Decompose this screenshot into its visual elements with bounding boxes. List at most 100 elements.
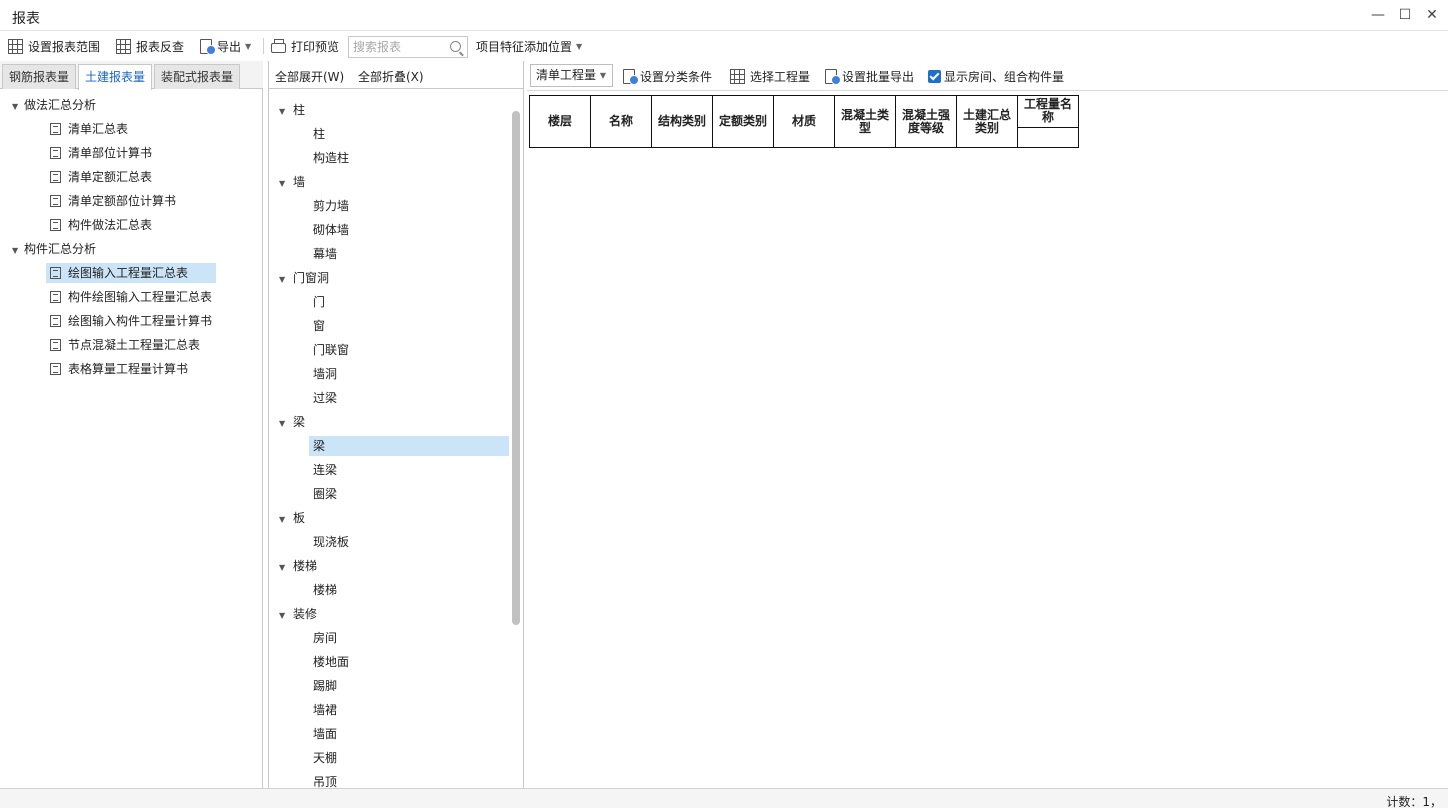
export-button[interactable]: 导出 ▼ <box>200 37 251 55</box>
tree-group-door-window-opening[interactable]: ▼ 门窗洞 <box>279 268 329 288</box>
tree-group-beam[interactable]: ▼ 梁 <box>279 412 305 432</box>
quantity-grid-icon <box>730 69 745 84</box>
tree-item-floor[interactable]: 楼地面 <box>309 652 509 672</box>
tree-item-drawing-component-calc[interactable]: 绘图输入构件工程量计算书 <box>46 311 218 331</box>
quantity-type-select[interactable]: 清单工程量 ▼ <box>530 64 613 87</box>
expand-all-button[interactable]: 全部展开(W) <box>275 68 344 85</box>
report-doc-icon <box>50 291 61 303</box>
group-label: 构件汇总分析 <box>24 242 97 256</box>
close-icon[interactable]: ✕ <box>1421 6 1443 24</box>
print-preview-button[interactable]: 打印预览 <box>271 37 339 55</box>
grid-settings-icon <box>8 38 23 54</box>
expand-arrow-icon[interactable]: ▼ <box>279 606 293 626</box>
tree-item-bill-summary[interactable]: 清单汇总表 <box>46 119 134 139</box>
feature-position-dropdown[interactable]: 项目特征添加位置 ▼ <box>476 37 582 55</box>
tree-item-bill-quota-summary[interactable]: 清单定额汇总表 <box>46 167 158 187</box>
report-doc-icon <box>50 315 61 327</box>
tree-item-bill-location-calc[interactable]: 清单部位计算书 <box>46 143 158 163</box>
set-range-button[interactable]: 设置报表范围 <box>8 37 100 55</box>
tree-item-stair[interactable]: 楼梯 <box>309 580 509 600</box>
tree-item-column[interactable]: 柱 <box>309 124 509 144</box>
expand-arrow-icon[interactable]: ▼ <box>12 241 24 261</box>
group-label: 做法汇总分析 <box>24 98 97 112</box>
tree-group-stair[interactable]: ▼ 楼梯 <box>279 556 317 576</box>
table-search-icon <box>116 38 131 54</box>
toolbar: 设置报表范围 报表反查 导出 ▼ 打印预览 项目特征添加位置 ▼ <box>0 31 1448 61</box>
expand-arrow-icon[interactable]: ▼ <box>12 97 24 117</box>
expand-arrow-icon[interactable]: ▼ <box>279 510 293 530</box>
select-quantity-button[interactable]: 选择工程量 <box>730 68 810 85</box>
window-title: 报表 <box>12 11 40 27</box>
tree-item-ring-beam[interactable]: 圈梁 <box>309 484 509 504</box>
tree-item-beam[interactable]: 梁 <box>309 436 509 456</box>
expand-arrow-icon[interactable]: ▼ <box>279 174 293 194</box>
search-box <box>348 36 468 58</box>
tree-group-wall[interactable]: ▼ 墙 <box>279 172 305 192</box>
col-header-material: 材质 <box>773 95 835 148</box>
tab-civil-report[interactable]: 土建报表量 <box>78 64 153 90</box>
tree-item-constructional-column[interactable]: 构造柱 <box>309 148 509 168</box>
component-filter-panel: 全部展开(W) 全部折叠(X) ▼ 柱 柱 构造柱 ▼ 墙 剪力墙 砌体墙 幕墙 ▼… <box>268 61 524 788</box>
tab-rebar-report[interactable]: 钢筋报表量 <box>2 64 77 89</box>
tab-prefab-report[interactable]: 装配式报表量 <box>154 64 241 89</box>
tree-item-suspended-ceiling[interactable]: 吊顶 <box>309 772 509 788</box>
search-icon[interactable] <box>450 41 461 52</box>
batch-export-button[interactable]: 设置批量导出 <box>825 68 914 85</box>
batch-export-icon <box>825 69 841 85</box>
col-header-concrete-type: 混凝土类型 <box>834 95 896 148</box>
report-doc-icon <box>50 171 61 183</box>
tree-item-coupling-beam[interactable]: 连梁 <box>309 460 509 480</box>
tree-item-window[interactable]: 窗 <box>309 316 509 336</box>
expand-arrow-icon[interactable]: ▼ <box>279 270 293 290</box>
maximize-icon[interactable]: ☐ <box>1394 6 1416 24</box>
tree-item-curtain-wall[interactable]: 幕墙 <box>309 244 509 264</box>
tree-group-decoration[interactable]: ▼ 装修 <box>279 604 317 624</box>
tree-group-method-summary[interactable]: ▼ 做法汇总分析 <box>12 95 96 115</box>
tree-item-ceiling[interactable]: 天棚 <box>309 748 509 768</box>
expand-arrow-icon[interactable]: ▼ <box>279 558 293 578</box>
tree-item-component-method-summary[interactable]: 构件做法汇总表 <box>46 215 158 235</box>
tree-item-door[interactable]: 门 <box>309 292 509 312</box>
tree-item-dado[interactable]: 墙裙 <box>309 700 509 720</box>
reverse-check-button[interactable]: 报表反查 <box>116 37 184 55</box>
tree-item-lintel[interactable]: 过梁 <box>309 388 509 408</box>
set-range-label: 设置报表范围 <box>28 39 101 54</box>
tree-item-bill-quota-location-calc[interactable]: 清单定额部位计算书 <box>46 191 182 211</box>
show-rooms-checkbox[interactable]: 显示房间、组合构件量 <box>928 68 1064 85</box>
checkbox-checked-icon[interactable] <box>928 70 941 83</box>
tree-item-wall-surface[interactable]: 墙面 <box>309 724 509 744</box>
minimize-icon[interactable]: — <box>1367 6 1389 24</box>
report-doc-icon <box>50 195 61 207</box>
expand-arrow-icon[interactable]: ▼ <box>279 414 293 434</box>
chevron-down-icon: ▼ <box>599 71 606 80</box>
tree-item-drawing-quantity-summary[interactable]: 绘图输入工程量汇总表 <box>46 263 216 283</box>
report-doc-icon <box>50 123 61 135</box>
report-doc-icon <box>50 219 61 231</box>
set-classification-button[interactable]: 设置分类条件 <box>623 68 712 85</box>
component-filter-header: 全部展开(W) 全部折叠(X) <box>269 61 524 89</box>
col-header-structure-type: 结构类别 <box>651 95 713 148</box>
tree-group-column[interactable]: ▼ 柱 <box>279 100 305 120</box>
tree-group-component-summary[interactable]: ▼ 构件汇总分析 <box>12 239 96 259</box>
vertical-scrollbar[interactable] <box>512 111 520 625</box>
reverse-check-label: 报表反查 <box>136 39 185 54</box>
tree-item-skirting[interactable]: 踢脚 <box>309 676 509 696</box>
tree-group-slab[interactable]: ▼ 板 <box>279 508 305 528</box>
col-header-quantity-name: 工程量名称 <box>1017 95 1079 128</box>
quantity-subheader-cell <box>1017 127 1079 148</box>
tree-item-cast-slab[interactable]: 现浇板 <box>309 532 509 552</box>
expand-arrow-icon[interactable]: ▼ <box>279 102 293 122</box>
tree-item-shear-wall[interactable]: 剪力墙 <box>309 196 509 216</box>
tree-item-component-drawing-summary[interactable]: 构件绘图输入工程量汇总表 <box>46 287 218 307</box>
tree-item-node-concrete-summary[interactable]: 节点混凝土工程量汇总表 <box>46 335 206 355</box>
tree-item-room[interactable]: 房间 <box>309 628 509 648</box>
component-tree: ▼ 柱 柱 构造柱 ▼ 墙 剪力墙 砌体墙 幕墙 ▼ 门窗洞 门 窗 门联窗 墙洞 过… <box>269 91 524 788</box>
tree-item-masonry-wall[interactable]: 砌体墙 <box>309 220 509 240</box>
toolbar-divider <box>263 38 264 54</box>
col-header-name: 名称 <box>590 95 652 148</box>
tree-item-table-quantity-calc[interactable]: 表格算量工程量计算书 <box>46 359 194 379</box>
search-input[interactable] <box>349 37 445 57</box>
tree-item-door-window-combo[interactable]: 门联窗 <box>309 340 509 360</box>
collapse-all-button[interactable]: 全部折叠(X) <box>358 68 424 85</box>
tree-item-wall-opening[interactable]: 墙洞 <box>309 364 509 384</box>
